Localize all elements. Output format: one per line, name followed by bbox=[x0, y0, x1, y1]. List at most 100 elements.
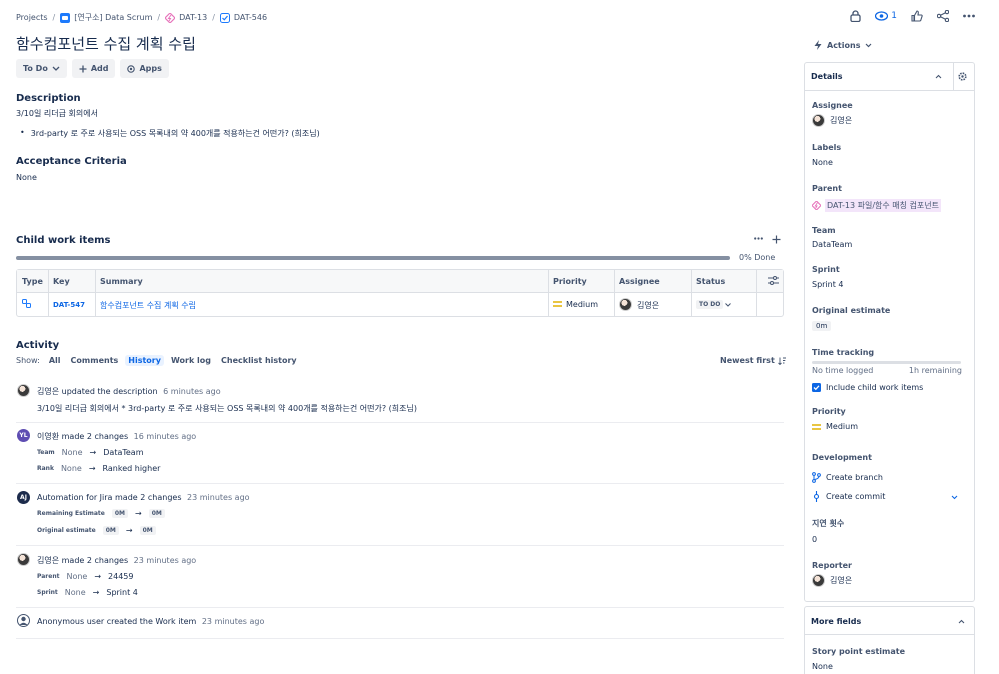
activity-time[interactable]: 23 minutes ago bbox=[202, 617, 265, 626]
breadcrumb-projects[interactable]: Projects bbox=[16, 13, 48, 22]
col-priority[interactable]: Priority bbox=[553, 277, 587, 286]
priority-medium-icon bbox=[553, 301, 562, 307]
child-priority[interactable]: Medium bbox=[566, 300, 598, 309]
breadcrumb-current-label: DAT-546 bbox=[233, 13, 268, 22]
team-value[interactable]: DataTeam bbox=[812, 240, 852, 249]
description-heading: Description bbox=[16, 93, 81, 104]
team-label: Team bbox=[812, 226, 836, 235]
tab-checklist-history[interactable]: Checklist history bbox=[218, 355, 300, 366]
chevron-down-icon bbox=[865, 43, 872, 48]
watch-button[interactable]: 1 bbox=[875, 11, 897, 21]
arrow-right-icon: → bbox=[135, 509, 142, 518]
more-fields-title: More fields bbox=[811, 617, 862, 626]
acceptance-heading: Acceptance Criteria bbox=[16, 156, 127, 167]
parent-value: DAT-13 파일/함수 매칭 컴포넌트 bbox=[825, 199, 942, 212]
avatar[interactable]: YL bbox=[17, 429, 30, 442]
change-field: Parent bbox=[37, 573, 60, 580]
activity-actor[interactable]: 김영은 bbox=[37, 556, 59, 565]
chevron-down-icon[interactable] bbox=[951, 495, 958, 500]
child-status-lozenge[interactable]: TO DO bbox=[696, 300, 732, 309]
tab-work-log[interactable]: Work log bbox=[168, 355, 214, 366]
commit-icon bbox=[812, 491, 821, 502]
col-type[interactable]: Type bbox=[22, 277, 43, 286]
breadcrumb-current[interactable]: DAT-546 bbox=[219, 12, 268, 23]
parent-field[interactable]: DAT-13 파일/함수 매칭 컴포넌트 bbox=[812, 199, 942, 212]
actions-label: Actions bbox=[827, 40, 861, 50]
breadcrumb-parent[interactable]: DAT-13 bbox=[165, 12, 207, 23]
apps-button-label: Apps bbox=[139, 64, 162, 73]
activity-time[interactable]: 23 minutes ago bbox=[187, 493, 250, 502]
story-point-label: Story point estimate bbox=[812, 647, 906, 656]
col-key[interactable]: Key bbox=[53, 277, 70, 286]
project-icon bbox=[60, 12, 71, 23]
change-field: Sprint bbox=[37, 589, 58, 596]
activity-time[interactable]: 6 minutes ago bbox=[163, 387, 220, 396]
create-commit-link[interactable]: Create commit bbox=[812, 491, 885, 502]
child-assignee[interactable]: 김영은 bbox=[637, 300, 659, 311]
description-line[interactable]: 3/10일 리더급 회의에서 bbox=[16, 108, 98, 119]
status-button[interactable]: To Do bbox=[16, 59, 67, 78]
child-summary-link[interactable]: 함수컴포넌트 수집 계획 수립 bbox=[100, 300, 196, 311]
activity-time[interactable]: 23 minutes ago bbox=[134, 556, 197, 565]
child-key-link[interactable]: DAT-547 bbox=[53, 301, 85, 309]
activity-actor[interactable]: 이영환 bbox=[37, 432, 59, 441]
priority-value: Medium bbox=[826, 422, 858, 431]
add-button[interactable]: Add bbox=[71, 59, 116, 78]
col-status[interactable]: Status bbox=[696, 277, 725, 286]
reporter-field[interactable]: 김영은 bbox=[812, 574, 852, 587]
gear-icon[interactable] bbox=[958, 72, 967, 81]
tab-history[interactable]: History bbox=[125, 355, 164, 366]
delay-count-label: 지연 횟수 bbox=[812, 519, 845, 528]
chevron-up-icon[interactable] bbox=[958, 619, 965, 624]
labels-value[interactable]: None bbox=[812, 158, 833, 167]
avatar[interactable]: AJ bbox=[17, 491, 30, 504]
tab-all[interactable]: All bbox=[46, 355, 64, 366]
lock-icon[interactable] bbox=[850, 10, 861, 22]
breadcrumb-project[interactable]: [연구소] Data Scrum bbox=[60, 12, 152, 23]
description-bullet[interactable]: • 3rd-party 로 주로 사용되는 OSS 목록내의 약 400개를 적… bbox=[20, 128, 320, 139]
create-branch-link[interactable]: Create branch bbox=[812, 472, 883, 483]
column-settings-icon[interactable] bbox=[768, 276, 779, 285]
acceptance-value[interactable]: None bbox=[16, 173, 37, 182]
col-assignee[interactable]: Assignee bbox=[619, 277, 660, 286]
activity-actor[interactable]: 김영은 bbox=[37, 387, 59, 396]
priority-field[interactable]: Medium bbox=[812, 422, 858, 431]
avatar[interactable] bbox=[17, 553, 30, 566]
more-icon[interactable] bbox=[963, 14, 975, 18]
tab-comments[interactable]: Comments bbox=[68, 355, 122, 366]
page-title[interactable]: 함수컴포넌트 수집 계획 수립 bbox=[16, 33, 196, 54]
apps-button[interactable]: Apps bbox=[120, 59, 169, 78]
activity-filter: Show: All Comments History Work log Chec… bbox=[16, 355, 300, 366]
assignee-field[interactable]: 김영은 bbox=[812, 114, 852, 127]
reporter-value: 김영은 bbox=[830, 576, 853, 585]
change-from: 0M bbox=[111, 509, 129, 518]
delay-count-value[interactable]: 0 bbox=[812, 535, 817, 544]
divider bbox=[953, 63, 954, 91]
thumbs-up-icon[interactable] bbox=[911, 10, 923, 22]
sprint-value[interactable]: Sprint 4 bbox=[812, 280, 844, 289]
child-add-icon[interactable] bbox=[772, 235, 781, 244]
actions-button[interactable]: Actions bbox=[814, 40, 872, 50]
story-point-value[interactable]: None bbox=[812, 662, 833, 671]
include-child-checkbox[interactable]: Include child work items bbox=[812, 383, 923, 392]
sprint-label: Sprint bbox=[812, 265, 840, 274]
column-divider bbox=[548, 270, 549, 316]
column-divider bbox=[691, 270, 692, 316]
sort-button[interactable]: Newest first bbox=[720, 356, 786, 365]
time-tracking-bar[interactable] bbox=[812, 361, 961, 364]
arrow-right-icon: → bbox=[92, 588, 100, 597]
original-estimate-value[interactable]: 0m bbox=[812, 321, 832, 331]
avatar[interactable] bbox=[17, 384, 30, 397]
col-summary[interactable]: Summary bbox=[100, 277, 143, 286]
activity-object: Work item bbox=[155, 617, 197, 626]
activity-time[interactable]: 16 minutes ago bbox=[134, 432, 197, 441]
change-row: Original estimate 0M → 0M bbox=[37, 526, 156, 535]
activity-entry-header: 김영은 made 2 changes 23 minutes ago bbox=[37, 555, 196, 566]
activity-entry-header: 이영환 made 2 changes 16 minutes ago bbox=[37, 431, 196, 442]
chevron-up-icon[interactable] bbox=[935, 74, 942, 79]
activity-actor[interactable]: Automation for Jira bbox=[37, 493, 112, 502]
activity-verb: updated the bbox=[61, 387, 111, 396]
change-from: None bbox=[60, 464, 82, 473]
share-icon[interactable] bbox=[937, 10, 949, 22]
child-more-icon[interactable] bbox=[754, 237, 763, 240]
